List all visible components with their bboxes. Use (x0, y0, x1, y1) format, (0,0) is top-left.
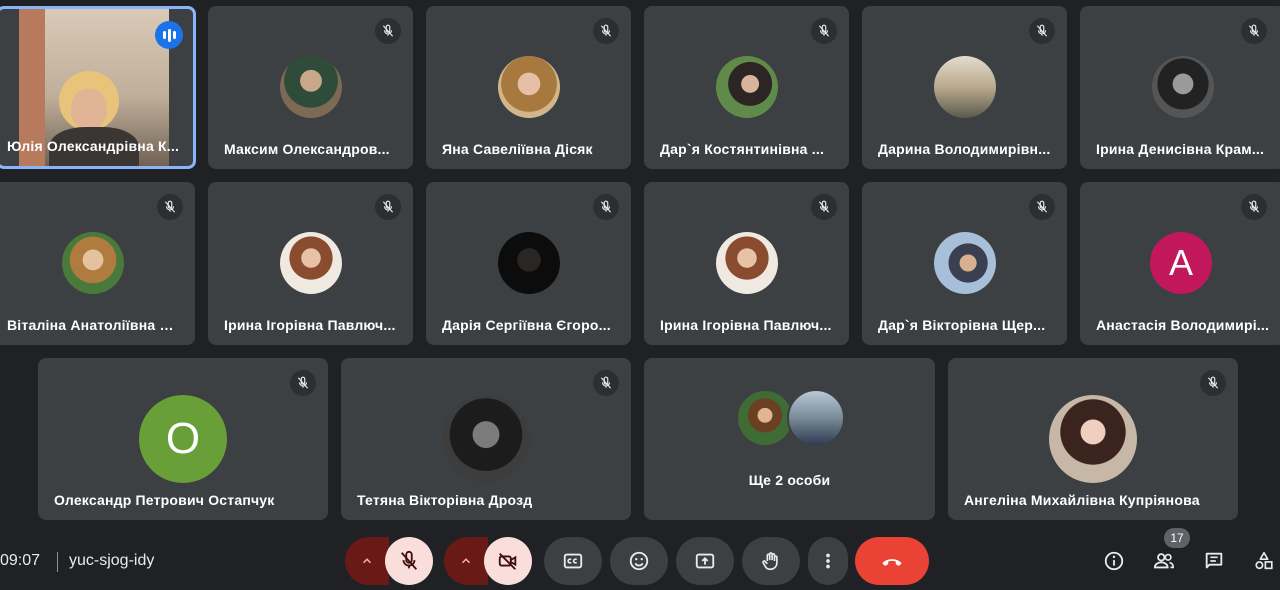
avatar (716, 56, 778, 118)
mic-off-icon (375, 18, 401, 44)
mic-off-icon (1029, 194, 1055, 220)
emoji-icon (629, 551, 649, 571)
participant-tile[interactable]: Віталіна Анатоліївна Р... (0, 182, 195, 345)
participant-name: Дар`я Костянтинівна ... (660, 141, 825, 157)
raise-hand-icon (762, 552, 778, 571)
captions-button[interactable] (544, 537, 602, 585)
participant-tile[interactable]: Яна Савеліївна Дісяк (426, 6, 631, 169)
participant-name: Тетяна Вікторівна Дрозд (357, 492, 533, 508)
participant-name: Анастасія Володимирі... (1096, 317, 1270, 333)
reactions-button[interactable] (610, 537, 668, 585)
participant-tile[interactable]: Тетяна Вікторівна Дрозд (341, 358, 631, 520)
avatar: О (139, 395, 227, 483)
activities-icon (1255, 551, 1273, 570)
camera-toggle-button[interactable] (484, 537, 532, 585)
chat-icon (1205, 552, 1223, 569)
participant-tile[interactable]: А Анастасія Володимирі... (1080, 182, 1280, 345)
camera-options-button[interactable] (444, 537, 488, 585)
avatar (442, 395, 530, 483)
camera-control (444, 537, 536, 585)
participant-tile[interactable]: Дарія Сергіївна Єгоро... (426, 182, 631, 345)
avatar (62, 232, 124, 294)
meeting-time: 09:07 (0, 552, 41, 569)
participant-tile[interactable]: О Олександр Петрович Остапчук (38, 358, 328, 520)
participant-tile[interactable]: Дар`я Вікторівна Щер... (862, 182, 1067, 345)
participant-tile[interactable]: Ірина Денисівна Крам... (1080, 6, 1280, 169)
participant-name: Юлія Олександрівна К... (7, 138, 180, 154)
participant-name: Дар`я Вікторівна Щер... (878, 317, 1046, 333)
present-button[interactable] (676, 537, 734, 585)
avatar (498, 232, 560, 294)
participant-tile[interactable]: Дар`я Костянтинівна ... (644, 6, 849, 169)
participant-tile[interactable]: Юлія Олександрівна К... (0, 6, 196, 169)
info-icon (1104, 551, 1124, 571)
meeting-details-button[interactable] (1098, 545, 1130, 577)
activities-button[interactable] (1248, 545, 1280, 577)
end-call-icon (882, 559, 902, 566)
avatar (934, 56, 996, 118)
speaking-indicator-icon (155, 21, 183, 49)
avatar (1049, 395, 1137, 483)
avatar (934, 232, 996, 294)
people-button[interactable] (1148, 545, 1180, 577)
mic-options-button[interactable] (345, 537, 389, 585)
more-vert-icon (826, 553, 830, 569)
participant-tile[interactable]: Дарина Володимирівн... (862, 6, 1067, 169)
meeting-code[interactable]: yuc-sjog-idy (69, 552, 154, 570)
leave-call-button[interactable] (855, 537, 929, 585)
camera-off-icon (498, 553, 517, 570)
captions-icon (563, 553, 583, 569)
participant-name: Ангеліна Михайлівна Купріянова (964, 492, 1200, 508)
more-participants-label: Ще 2 особи (748, 472, 831, 488)
participant-name: Віталіна Анатоліївна Р... (7, 317, 177, 333)
avatar (1152, 56, 1214, 118)
divider (57, 552, 58, 572)
avatar (736, 389, 794, 447)
more-options-button[interactable] (808, 537, 848, 585)
participant-name: Олександр Петрович Остапчук (54, 492, 275, 508)
avatar (787, 389, 845, 447)
mic-control (345, 537, 437, 585)
mic-off-icon (811, 18, 837, 44)
mic-off-icon (290, 370, 316, 396)
mic-off-icon (593, 194, 619, 220)
avatar (280, 232, 342, 294)
mic-off-icon (375, 194, 401, 220)
participant-name: Ірина Ігорівна Павлюч... (660, 317, 832, 333)
participant-name: Дарія Сергіївна Єгоро... (442, 317, 611, 333)
mic-off-icon (1241, 18, 1267, 44)
mic-off-icon (593, 18, 619, 44)
present-icon (695, 553, 715, 569)
participant-tile[interactable]: Ангеліна Михайлівна Купріянова (948, 358, 1238, 520)
mic-off-icon (1200, 370, 1226, 396)
participant-tile[interactable]: Ірина Ігорівна Павлюч... (208, 182, 413, 345)
people-icon (1153, 553, 1174, 569)
more-participants-tile[interactable]: Ще 2 особи (644, 358, 935, 520)
mic-off-icon (811, 194, 837, 220)
chevron-up-icon (461, 558, 471, 564)
mic-toggle-button[interactable] (385, 537, 433, 585)
avatar: А (1150, 232, 1212, 294)
avatar (280, 56, 342, 118)
raise-hand-button[interactable] (742, 537, 800, 585)
mic-off-icon (1241, 194, 1267, 220)
mic-off-icon (593, 370, 619, 396)
participant-name: Ірина Денисівна Крам... (1096, 141, 1265, 157)
participant-name: Яна Савеліївна Дісяк (442, 141, 593, 157)
chevron-up-icon (362, 558, 372, 564)
mic-off-icon (157, 194, 183, 220)
participant-name: Максим Олександров... (224, 141, 390, 157)
participant-name: Ірина Ігорівна Павлюч... (224, 317, 396, 333)
mic-off-icon (398, 550, 420, 572)
participant-tile[interactable]: Максим Олександров... (208, 6, 413, 169)
participant-name: Дарина Володимирівн... (878, 141, 1051, 157)
mic-off-icon (1029, 18, 1055, 44)
avatar (716, 232, 778, 294)
avatar (498, 56, 560, 118)
chat-button[interactable] (1198, 545, 1230, 577)
participant-tile[interactable]: Ірина Ігорівна Павлюч... (644, 182, 849, 345)
